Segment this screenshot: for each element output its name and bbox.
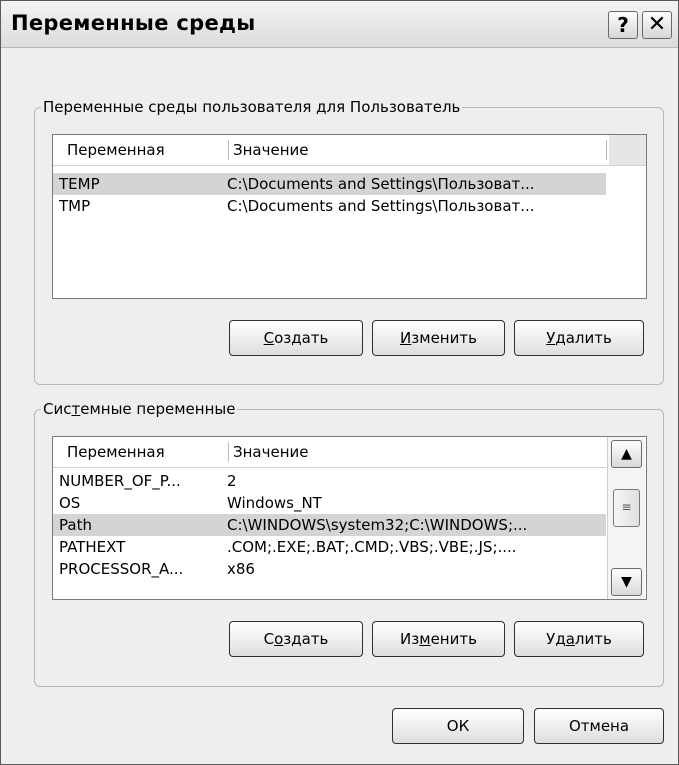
variable-name: Path	[59, 516, 92, 534]
user-variables-list[interactable]: Переменная Значение TEMP C:\Documents an…	[52, 134, 647, 299]
table-row[interactable]: TEMP C:\Documents and Settings\Пользоват…	[53, 173, 606, 195]
user-delete-button[interactable]: Удалить	[514, 320, 644, 356]
vertical-scrollbar[interactable]: ▲ ≡ ▼	[607, 437, 645, 599]
chevron-up-icon: ▲	[621, 446, 632, 462]
variable-value: Windows_NT	[227, 494, 322, 512]
scroll-up-button[interactable]: ▲	[611, 440, 642, 468]
button-label-part: енить	[430, 630, 477, 648]
table-row[interactable]: TMP C:\Documents and Settings\Пользоват.…	[53, 195, 606, 217]
button-label-part: Из	[400, 630, 420, 648]
column-header-value[interactable]: Значение	[233, 141, 309, 159]
variable-name: TEMP	[59, 175, 100, 193]
button-label-rest: зменить	[411, 329, 477, 347]
chevron-down-icon: ▼	[621, 574, 632, 590]
system-delete-button[interactable]: Удалить	[514, 621, 644, 657]
accesskey-char: И	[400, 329, 412, 347]
column-divider[interactable]	[228, 442, 229, 462]
table-row[interactable]: PROCESSOR_A... x86	[53, 558, 606, 580]
list-header: Переменная Значение	[53, 437, 606, 468]
help-button[interactable]: ?	[608, 11, 638, 39]
user-edit-button[interactable]: Изменить	[372, 320, 505, 356]
grip-icon: ≡	[621, 500, 632, 514]
button-label-part: С	[263, 630, 275, 648]
accesskey-char: С	[263, 329, 275, 347]
button-label-part: Уд	[546, 630, 566, 648]
column-header-value[interactable]: Значение	[233, 443, 309, 461]
variable-value: C:\Documents and Settings\Пользоват...	[227, 197, 535, 215]
title-bar[interactable]: Переменные среды ? ✕	[1, 1, 678, 48]
accesskey-char: м	[419, 630, 431, 648]
close-button[interactable]: ✕	[642, 11, 672, 39]
button-label-part: лить	[574, 630, 612, 648]
variable-name: OS	[59, 494, 81, 512]
dialog-title: Переменные среды	[11, 11, 256, 35]
button-label-rest: оздать	[274, 329, 329, 347]
header-filler	[609, 135, 646, 165]
variable-value: 2	[227, 472, 237, 490]
ok-button[interactable]: ОК	[392, 708, 524, 744]
list-header: Переменная Значение	[53, 135, 646, 166]
environment-variables-dialog: Переменные среды ? ✕ Переменные среды по…	[0, 0, 679, 765]
variable-name: NUMBER_OF_P...	[59, 472, 181, 490]
system-variables-legend: Системные переменные	[41, 400, 238, 418]
legend-part: емные переменные	[80, 400, 236, 418]
column-header-variable[interactable]: Переменная	[67, 141, 165, 159]
system-edit-button[interactable]: Изменить	[372, 621, 505, 657]
system-variables-list[interactable]: Переменная Значение NUMBER_OF_P... 2 OS …	[52, 436, 647, 600]
question-mark-icon: ?	[617, 13, 629, 37]
user-create-button[interactable]: Создать	[229, 320, 363, 356]
system-variables-group: Системные переменные Переменная Значение…	[34, 400, 664, 687]
user-variables-legend: Переменные среды пользователя для Пользо…	[41, 98, 463, 116]
column-divider[interactable]	[228, 140, 229, 160]
table-row[interactable]: NUMBER_OF_P... 2	[53, 470, 606, 492]
table-row[interactable]: PATHEXT .COM;.EXE;.BAT;.CMD;.VBS;.VBE;.J…	[53, 536, 606, 558]
accesskey-char: У	[546, 329, 556, 347]
table-row[interactable]: OS Windows_NT	[53, 492, 606, 514]
legend-part: Сис	[43, 400, 72, 418]
variable-value: x86	[227, 560, 255, 578]
variable-name: PATHEXT	[59, 538, 126, 556]
variable-name: PROCESSOR_A...	[59, 560, 184, 578]
variable-name: TMP	[59, 197, 91, 215]
accesskey-char: о	[274, 630, 284, 648]
variable-value: C:\WINDOWS\system32;C:\WINDOWS;...	[227, 516, 528, 534]
button-label-part: здать	[283, 630, 329, 648]
column-divider[interactable]	[606, 140, 607, 160]
column-header-variable[interactable]: Переменная	[67, 443, 165, 461]
table-row[interactable]: Path C:\WINDOWS\system32;C:\WINDOWS;...	[53, 514, 606, 536]
variable-value: .COM;.EXE;.BAT;.CMD;.VBS;.VBE;.JS;....	[227, 538, 517, 556]
accesskey-char: т	[71, 400, 81, 418]
close-icon: ✕	[647, 12, 667, 37]
system-create-button[interactable]: Создать	[229, 621, 363, 657]
scroll-down-button[interactable]: ▼	[611, 568, 642, 596]
scroll-thumb[interactable]: ≡	[613, 489, 640, 527]
user-variables-group: Переменные среды пользователя для Пользо…	[34, 98, 664, 385]
accesskey-char: а	[565, 630, 575, 648]
cancel-button[interactable]: Отмена	[534, 708, 664, 744]
variable-value: C:\Documents and Settings\Пользоват...	[227, 175, 535, 193]
button-label-rest: далить	[555, 329, 612, 347]
